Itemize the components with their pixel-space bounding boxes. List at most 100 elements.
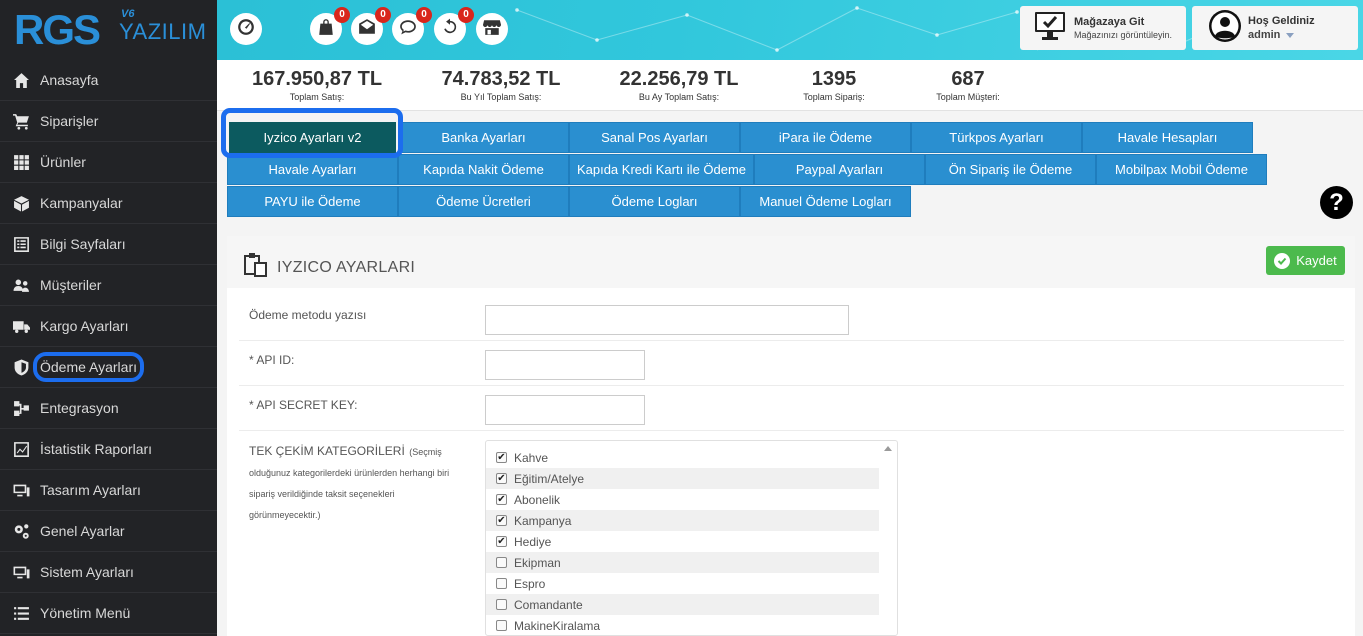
sidebar-item-genel-ayarlar[interactable]: Genel Ayarlar — [0, 511, 217, 552]
sidebar-item-sistem-ayarlari[interactable]: Sistem Ayarları — [0, 552, 217, 593]
comments-button[interactable]: 0 — [392, 7, 432, 45]
checkbox-unchecked-icon[interactable] — [496, 599, 507, 610]
top-header: 0 0 0 0 Mağazaya Git Mağazınızı görüntül… — [217, 0, 1363, 60]
category-item[interactable]: Ekipman — [486, 552, 879, 573]
category-item[interactable]: ✔ Kampanya — [486, 510, 879, 531]
store-button[interactable] — [476, 13, 508, 45]
comments-badge: 0 — [416, 7, 432, 23]
sidebar-item-siparisler[interactable]: Siparişler — [0, 101, 217, 142]
category-item[interactable]: Comandante — [486, 594, 879, 615]
grid-icon — [12, 153, 30, 171]
tab-odeme-ucretleri[interactable]: Ödeme Ücretleri — [398, 186, 569, 217]
sidebar-item-entegrasyon[interactable]: Entegrasyon — [0, 388, 217, 429]
method-label: Ödeme metodu yazısı — [249, 308, 367, 322]
check-icon — [1274, 252, 1291, 269]
panel-header: IYZICO AYARLARI Kaydet — [227, 236, 1355, 288]
envelope-icon — [358, 18, 376, 41]
checkbox-checked-icon[interactable]: ✔ — [496, 473, 507, 484]
checkbox-checked-icon[interactable]: ✔ — [496, 536, 507, 547]
scroll-up-icon[interactable] — [884, 446, 892, 451]
sidebar-item-musteriler[interactable]: Müşteriler — [0, 265, 217, 306]
go-to-store-button[interactable]: Mağazaya Git Mağazınızı görüntüleyin. — [1020, 6, 1186, 50]
tab-manuel-odeme-loglari[interactable]: Manuel Ödeme Logları — [740, 186, 911, 217]
checkbox-checked-icon[interactable]: ✔ — [496, 452, 507, 463]
sidebar-item-label: Anasayfa — [40, 72, 99, 88]
box-icon — [12, 194, 30, 212]
category-label: Eğitim/Atelye — [514, 471, 585, 486]
category-label: Ekipman — [514, 555, 561, 570]
tab-havale-ayarlari[interactable]: Havale Ayarları — [227, 154, 398, 185]
sidebar-menu: Anasayfa Siparişler Ürünler Kampanyalar … — [0, 60, 217, 634]
sidebar-item-label: Yönetim Menü — [40, 605, 131, 621]
method-input[interactable] — [485, 305, 849, 335]
tab-payu[interactable]: PAYU ile Ödeme — [227, 186, 398, 217]
tab-paypal[interactable]: Paypal Ayarları — [754, 154, 925, 185]
sidebar-item-odeme-ayarlari[interactable]: Ödeme Ayarları — [0, 347, 217, 388]
tab-turkpos[interactable]: Türkpos Ayarları — [911, 122, 1082, 153]
messages-button[interactable]: 0 — [351, 7, 391, 45]
sidebar-item-label: Entegrasyon — [40, 400, 119, 416]
sidebar-item-yonetim-menu[interactable]: Yönetim Menü — [0, 593, 217, 634]
tab-sanal-pos[interactable]: Sanal Pos Ayarları — [569, 122, 740, 153]
category-item[interactable]: MakineKiralama — [486, 615, 879, 635]
tab-kapida-nakit[interactable]: Kapıda Nakit Ödeme — [398, 154, 569, 185]
help-icon[interactable]: ? — [1320, 186, 1353, 219]
category-label: Abonelik — [514, 492, 561, 507]
returns-button[interactable]: 0 — [434, 7, 474, 45]
category-label: MakineKiralama — [514, 618, 601, 633]
stat-label: Toplam Sipariş: — [803, 92, 865, 102]
checkbox-checked-icon[interactable]: ✔ — [496, 494, 507, 505]
active-tab-highlight — [221, 108, 403, 158]
stat-total-sales: 167.950,87 TL Toplam Satış: — [242, 68, 392, 102]
tab-on-siparis[interactable]: Ön Sipariş ile Ödeme — [925, 154, 1096, 185]
panel-title: IYZICO AYARLARI — [277, 259, 416, 276]
dashboard-button[interactable] — [230, 13, 262, 45]
gears-icon — [12, 522, 30, 540]
sidebar-item-label: Sistem Ayarları — [40, 564, 134, 580]
category-item[interactable]: ✔ Abonelik — [486, 489, 879, 510]
tab-banka-ayarlari[interactable]: Banka Ayarları — [398, 122, 569, 153]
user-menu[interactable]: Hoş Geldiniz admin — [1192, 6, 1358, 50]
sidebar-item-label: Müşteriler — [40, 277, 102, 293]
menu-icon — [12, 604, 30, 622]
category-item[interactable]: ✔ Kahve — [486, 447, 879, 468]
orders-button[interactable]: 0 — [310, 7, 350, 45]
logo[interactable]: RGS V6 YAZILIM — [0, 0, 217, 60]
monitor-icon — [12, 481, 30, 499]
sidebar-item-tasarim-ayarlari[interactable]: Tasarım Ayarları — [0, 470, 217, 511]
category-list[interactable]: ✔ Kahve ✔ Eğitim/Atelye ✔ Abonelik ✔ Kampanya ✔ H… — [485, 440, 898, 636]
api-secret-input[interactable] — [485, 395, 645, 425]
sidebar-item-urunler[interactable]: Ürünler — [0, 142, 217, 183]
tab-kapida-kredi-karti[interactable]: Kapıda Kredi Kartı ile Ödeme — [569, 154, 754, 185]
sidebar-item-kargo-ayarlari[interactable]: Kargo Ayarları — [0, 306, 217, 347]
category-item[interactable]: ✔ Eğitim/Atelye — [486, 468, 879, 489]
sidebar-item-bilgi-sayfalari[interactable]: Bilgi Sayfaları — [0, 224, 217, 265]
sidebar-item-anasayfa[interactable]: Anasayfa — [0, 60, 217, 101]
save-button[interactable]: Kaydet — [1266, 246, 1345, 275]
stat-month-sales: 22.256,79 TL Bu Ay Toplam Satış: — [604, 68, 754, 102]
tab-odeme-loglari[interactable]: Ödeme Logları — [569, 186, 740, 217]
logo-suffix: YAZILIM — [119, 19, 207, 44]
sidebar: RGS V6 YAZILIM Anasayfa Siparişler Ürünl… — [0, 0, 217, 636]
category-item[interactable]: ✔ Hediye — [486, 531, 879, 552]
checkbox-unchecked-icon[interactable] — [496, 557, 507, 568]
sidebar-item-kampanyalar[interactable]: Kampanyalar — [0, 183, 217, 224]
tab-havale-hesaplari[interactable]: Havale Hesapları — [1082, 122, 1253, 153]
sidebar-item-label: Ödeme Ayarları — [32, 352, 145, 382]
cart-icon — [12, 112, 30, 130]
tab-mobilpax[interactable]: Mobilpax Mobil Ödeme — [1096, 154, 1267, 185]
save-button-label: Kaydet — [1296, 253, 1337, 268]
truck-icon — [12, 317, 30, 335]
tab-ipara[interactable]: iPara ile Ödeme — [740, 122, 911, 153]
sidebar-item-istatistik-raporlari[interactable]: İstatistik Raporları — [0, 429, 217, 470]
checkbox-unchecked-icon[interactable] — [496, 620, 507, 631]
logo-brand: RGS — [14, 6, 101, 53]
checkbox-checked-icon[interactable]: ✔ — [496, 515, 507, 526]
sidebar-item-label: Kampanyalar — [40, 195, 123, 211]
category-rows: ✔ Kahve ✔ Eğitim/Atelye ✔ Abonelik ✔ Kampanya ✔ H… — [486, 441, 897, 635]
api-id-input[interactable] — [485, 350, 645, 380]
messages-badge: 0 — [375, 7, 391, 23]
category-label: Espro — [514, 576, 546, 591]
category-item[interactable]: Espro — [486, 573, 879, 594]
checkbox-unchecked-icon[interactable] — [496, 578, 507, 589]
